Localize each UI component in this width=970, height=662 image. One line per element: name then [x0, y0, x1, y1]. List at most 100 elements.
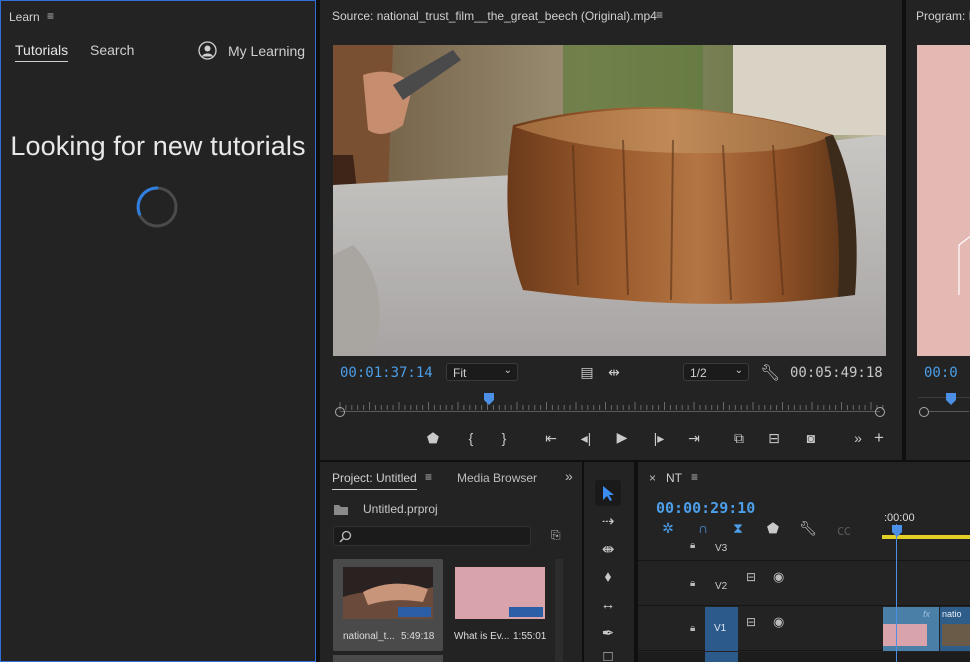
add-button-icon[interactable]: +	[869, 428, 889, 448]
project-scrollbar[interactable]	[555, 559, 563, 662]
play-icon[interactable]: ▶	[612, 429, 632, 446]
eye-icon[interactable]: ◉	[773, 614, 784, 630]
add-marker-icon[interactable]: ⬟	[423, 430, 443, 447]
snap-nest-icon[interactable]: ✲	[658, 520, 678, 537]
track-select-tool-icon[interactable]: ⇢	[596, 512, 620, 530]
captions-icon[interactable]: ㏄	[834, 520, 854, 540]
camera-icon[interactable]: ◙	[801, 430, 821, 446]
wrench-icon[interactable]: 🔧︎	[798, 520, 818, 537]
step-back-icon[interactable]: ◂|	[576, 430, 596, 447]
ruler-ticks	[339, 402, 884, 410]
ripple-edit-tool-icon[interactable]: ⇼	[596, 540, 620, 558]
project-item-card[interactable]	[333, 655, 443, 662]
source-monitor-title[interactable]: Source: national_trust_film__the_great_b…	[332, 9, 657, 23]
selection-tool[interactable]	[595, 480, 621, 506]
panel-menu-icon[interactable]: ≡	[691, 470, 698, 484]
track-a1[interactable]	[638, 652, 970, 662]
zoom-handle-left[interactable]	[335, 407, 345, 417]
go-to-in-icon[interactable]: ⇤	[541, 430, 561, 447]
rectangle-tool-icon[interactable]: □	[596, 648, 620, 662]
eye-icon[interactable]: ◉	[773, 569, 784, 585]
insert-icon[interactable]: ⧉	[729, 430, 749, 447]
project-item-card[interactable]: What is Ev... 1:55:01	[446, 559, 556, 651]
user-icon	[198, 41, 217, 60]
track-label: V2	[715, 581, 728, 592]
lock-icon[interactable]: 🔒︎	[690, 578, 695, 589]
time-ruler[interactable]	[334, 397, 886, 410]
clip-thumbnail	[455, 567, 545, 619]
program-video-frame[interactable]	[917, 45, 970, 356]
timeline-clip[interactable]: fx	[883, 607, 939, 651]
sequence-tab[interactable]: NT	[666, 471, 682, 485]
track-label: V1	[714, 623, 727, 634]
program-current-timecode[interactable]: 00:0	[924, 365, 958, 381]
new-search-bin-icon[interactable]: ⎘	[551, 528, 561, 543]
linked-selection-icon[interactable]: ⧗	[728, 520, 748, 537]
playback-resolution-value: 1/2	[690, 366, 707, 380]
export-frame-settings-icon[interactable]: ▤	[577, 364, 597, 381]
more-panels-icon[interactable]: »	[565, 468, 573, 484]
zoom-handle-right[interactable]	[875, 407, 885, 417]
wrench-icon[interactable]: 🔧︎	[760, 363, 780, 383]
playhead-marker[interactable]	[892, 524, 902, 537]
tab-media-browser[interactable]: Media Browser	[457, 471, 537, 485]
lock-icon[interactable]: 🔒︎	[690, 623, 695, 634]
clip-thumbnail	[343, 567, 433, 619]
close-icon[interactable]: ×	[649, 471, 656, 485]
timeline-clip[interactable]: natio	[940, 607, 970, 651]
panel-menu-icon[interactable]: ≡	[425, 470, 432, 484]
track-label: V3	[715, 543, 728, 554]
my-learning-label: My Learning	[228, 43, 306, 59]
tab-tutorials[interactable]: Tutorials	[15, 42, 69, 62]
go-to-out-icon[interactable]: ⇥	[684, 430, 704, 447]
snap-magnet-icon[interactable]: ∩	[693, 520, 713, 536]
house-sketch-icon	[958, 235, 970, 295]
more-controls-icon[interactable]: »	[848, 430, 868, 446]
mark-out-icon[interactable]: }	[494, 430, 514, 446]
track-v1[interactable]: 🔒︎ V1 ⊟ ◉ fx natio	[638, 607, 970, 651]
project-item-card[interactable]: national_t... 5:49:18	[333, 559, 443, 651]
playhead-marker[interactable]	[483, 392, 494, 405]
source-current-timecode[interactable]: 00:01:37:14	[340, 365, 433, 381]
panel-menu-icon[interactable]: ≡	[656, 8, 663, 22]
track-v3[interactable]: 🔒︎ V3	[638, 540, 970, 561]
clip-thumbnail	[883, 624, 927, 646]
playhead-marker[interactable]	[946, 392, 956, 405]
track-target-a1[interactable]	[705, 652, 738, 662]
video-frame-image	[333, 45, 886, 356]
tab-project[interactable]: Project: Untitled	[332, 471, 417, 490]
program-monitor-title[interactable]: Program: N	[916, 9, 970, 23]
overwrite-icon[interactable]: ⊟	[764, 430, 784, 447]
folder-icon	[334, 505, 348, 515]
mark-in-icon[interactable]: {	[461, 430, 481, 446]
playback-resolution-select[interactable]: 1/2 ⌄	[683, 363, 749, 381]
playhead-line	[896, 524, 897, 662]
learn-panel-title: Learn	[9, 10, 40, 24]
track-target-v1[interactable]: V1	[705, 607, 738, 651]
panel-menu-icon[interactable]: ≡	[47, 9, 54, 23]
project-search-input[interactable]	[333, 526, 531, 546]
tab-search[interactable]: Search	[90, 42, 134, 58]
razor-tool-icon[interactable]: ⬧	[596, 568, 620, 585]
clip-name: natio	[942, 609, 962, 619]
drag-video-only-icon[interactable]: ⇹	[604, 364, 624, 381]
clip-thumbnail	[942, 624, 970, 646]
lock-icon[interactable]: 🔒︎	[690, 540, 695, 551]
sync-lock-icon[interactable]: ⊟	[746, 615, 756, 629]
arrow-cursor-icon	[603, 486, 614, 501]
project-item-name: national_t...	[343, 631, 395, 642]
time-ruler[interactable]	[918, 397, 970, 405]
slip-tool-icon[interactable]: ↔	[596, 596, 620, 613]
zoom-scroll-bar[interactable]	[340, 411, 880, 412]
sync-lock-icon[interactable]: ⊟	[746, 570, 756, 584]
source-video-frame[interactable]	[333, 45, 886, 356]
pen-tool-icon[interactable]: ✒	[596, 624, 620, 642]
add-marker-icon[interactable]: ⬟	[763, 520, 783, 537]
step-forward-icon[interactable]: |▸	[649, 430, 669, 447]
zoom-level-select[interactable]: Fit ⌄	[446, 363, 518, 381]
track-v2[interactable]: 🔒︎ V2 ⊟ ◉	[638, 562, 970, 606]
zoom-handle-left[interactable]	[919, 407, 929, 417]
timeline-timecode[interactable]: 00:00:29:10	[656, 499, 755, 517]
zoom-scroll-bar[interactable]	[929, 411, 969, 412]
chevron-down-icon: ⌄	[734, 365, 743, 376]
